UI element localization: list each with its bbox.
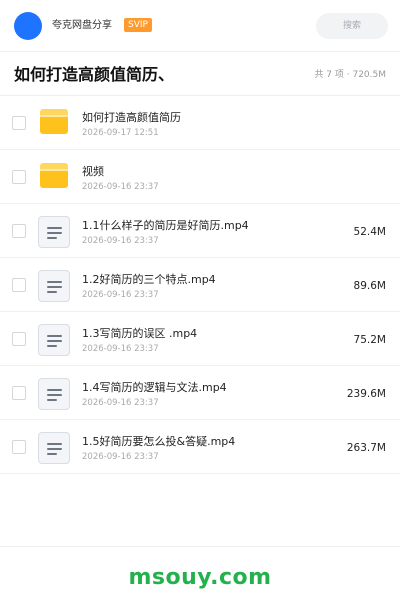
file-size: 75.2M: [353, 334, 386, 346]
watermark-text: msouy.com: [128, 565, 272, 590]
row-checkbox[interactable]: [12, 224, 26, 238]
file-row[interactable]: 1.4写简历的逻辑与文法.mp4 2026-09-16 23:37 239.6M: [0, 366, 400, 420]
user-name[interactable]: 夸克网盘分享: [52, 19, 112, 33]
file-size: 89.6M: [353, 280, 386, 292]
file-row[interactable]: 1.3写简历的误区 .mp4 2026-09-16 23:37 75.2M: [0, 312, 400, 366]
file-size: 263.7M: [346, 442, 386, 454]
row-checkbox[interactable]: [12, 116, 26, 130]
row-checkbox[interactable]: [12, 332, 26, 346]
folder-title-bar: 如何打造高颜值简历、 共 7 项 · 720.5M: [0, 52, 400, 96]
file-name: 1.5好简历要怎么投&答疑.mp4: [82, 435, 236, 448]
file-row[interactable]: 1.1什么样子的简历是好简历.mp4 2026-09-16 23:37 52.4…: [0, 204, 400, 258]
row-checkbox[interactable]: [12, 440, 26, 454]
folder-icon: [38, 162, 70, 194]
file-row[interactable]: 1.5好简历要怎么投&答疑.mp4 2026-09-16 23:37 263.7…: [0, 420, 400, 474]
document-icon: [38, 432, 70, 464]
search-input[interactable]: 搜索: [316, 13, 388, 39]
file-name: 1.3写简历的误区 .mp4: [82, 327, 198, 340]
document-icon: [38, 216, 70, 248]
document-icon: [38, 378, 70, 410]
row-checkbox[interactable]: [12, 386, 26, 400]
file-date: 2026-09-16 23:37: [82, 290, 159, 300]
file-date: 2026-09-16 23:37: [82, 236, 159, 246]
file-date: 2026-09-16 23:37: [82, 344, 159, 354]
file-list: 如何打造高颜值简历 2026-09-17 12:51 视频 2026-09-16…: [0, 96, 400, 474]
avatar[interactable]: [14, 12, 42, 40]
file-name: 视频: [82, 165, 104, 178]
row-checkbox[interactable]: [12, 278, 26, 292]
file-name: 如何打造高颜值简历: [82, 111, 181, 124]
file-name: 1.2好简历的三个特点.mp4: [82, 273, 216, 286]
file-count-summary: 共 7 项 · 720.5M: [314, 70, 386, 80]
top-header: 夸克网盘分享 SVIP 搜索: [0, 0, 400, 52]
file-size: 239.6M: [346, 388, 386, 400]
document-icon: [38, 270, 70, 302]
file-date: 2026-09-17 12:51: [82, 128, 159, 138]
file-row[interactable]: 如何打造高颜值简历 2026-09-17 12:51: [0, 96, 400, 150]
file-size: 52.4M: [353, 226, 386, 238]
file-date: 2026-09-16 23:37: [82, 182, 159, 192]
file-date: 2026-09-16 23:37: [82, 452, 159, 462]
svip-badge: SVIP: [124, 18, 152, 32]
file-name: 1.1什么样子的简历是好简历.mp4: [82, 219, 249, 232]
row-checkbox[interactable]: [12, 170, 26, 184]
page-title: 如何打造高颜值简历、: [14, 65, 175, 84]
file-row[interactable]: 1.2好简历的三个特点.mp4 2026-09-16 23:37 89.6M: [0, 258, 400, 312]
file-date: 2026-09-16 23:37: [82, 398, 159, 408]
document-icon: [38, 324, 70, 356]
file-row[interactable]: 视频 2026-09-16 23:37: [0, 150, 400, 204]
footer-divider: [0, 546, 400, 547]
folder-icon: [38, 108, 70, 140]
file-name: 1.4写简历的逻辑与文法.mp4: [82, 381, 227, 394]
